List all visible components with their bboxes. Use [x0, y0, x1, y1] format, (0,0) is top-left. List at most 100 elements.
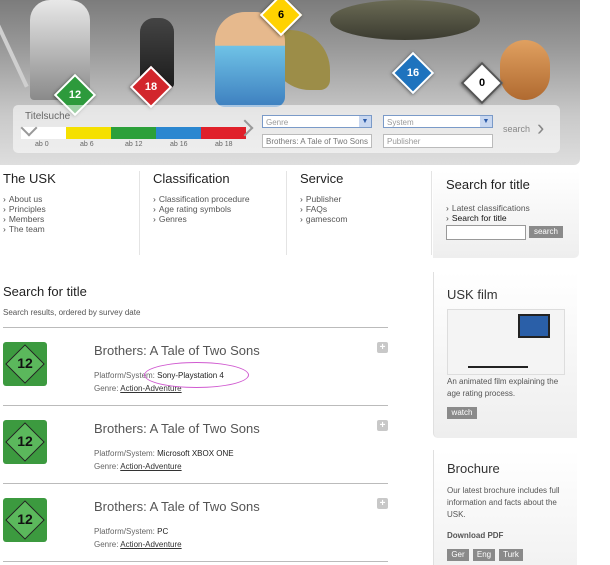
brochure-title: Brochure: [447, 461, 500, 476]
age-segment-6: [66, 127, 111, 139]
genre-link[interactable]: Action-Adventure: [120, 540, 181, 549]
result-title[interactable]: Brothers: A Tale of Two Sons: [94, 421, 260, 436]
watch-button[interactable]: watch: [447, 407, 477, 419]
nav-usk: The USK › About us › Principles › Members ›…: [3, 171, 140, 255]
nav-item-about-us[interactable]: › About us: [3, 194, 139, 204]
audience-illustration: [468, 340, 528, 368]
result-item: 12 Brothers: A Tale of Two Sons Platform…: [3, 405, 388, 483]
download-german-button[interactable]: Ger: [447, 549, 469, 561]
title-search-label: Titelsuche: [25, 111, 71, 122]
result-platform: Platform/System: PC: [94, 527, 169, 536]
chevron-right-icon: ›: [300, 214, 303, 224]
result-platform: Platform/System: Microsoft XBOX ONE: [94, 449, 234, 458]
usk-rating-badge: 12: [3, 342, 47, 386]
nav-usk-title[interactable]: The USK: [3, 171, 139, 186]
chevron-right-icon: ›: [3, 204, 6, 214]
rating-value: 12: [17, 355, 33, 371]
usk-film-text: An animated film explaining the age rati…: [447, 377, 559, 398]
nav-classification-title[interactable]: Classification: [153, 171, 286, 186]
film-thumbnail[interactable]: [447, 309, 565, 375]
chevron-right-icon: ›: [446, 203, 449, 213]
nav-item-gamescom[interactable]: › gamescom: [300, 214, 431, 224]
nav-item-team[interactable]: › The team: [3, 224, 139, 234]
age-label: ab 6: [80, 141, 94, 148]
age-segment-12: [111, 127, 156, 139]
brochure-panel: Brochure Our latest brochure includes fu…: [433, 450, 577, 565]
usk-rating-badge: 12: [3, 420, 47, 464]
usk-film-panel: USK film An animated film explaining the…: [433, 272, 577, 438]
page-subtitle: Search results, ordered by survey date: [3, 308, 141, 317]
age-label: ab 12: [125, 141, 143, 148]
title-input-value: Brothers: A Tale of Two Sons: [266, 137, 368, 146]
rating-value: 12: [17, 433, 33, 449]
nav-title-search-button[interactable]: search: [529, 226, 563, 238]
nav-service: Service › Publisher › FAQs › gamescom: [300, 171, 432, 255]
download-english-button[interactable]: Eng: [473, 549, 495, 561]
brochure-text: Our latest brochure includes full inform…: [447, 486, 560, 519]
chevron-right-icon: ›: [153, 214, 156, 224]
expand-plus-icon[interactable]: +: [377, 420, 388, 431]
chevron-right-icon: ›: [153, 204, 156, 214]
chevron-right-icon: ›: [446, 213, 449, 223]
result-title[interactable]: Brothers: A Tale of Two Sons: [94, 499, 260, 514]
nav-item-genres[interactable]: › Genres: [153, 214, 286, 224]
age-label: ab 16: [170, 141, 188, 148]
nav-item-search-for-title[interactable]: › Search for title: [446, 213, 530, 223]
chevron-down-icon: ▼: [480, 116, 492, 127]
nav-item-publisher[interactable]: › Publisher: [300, 194, 431, 204]
publisher-input[interactable]: Publisher: [383, 134, 493, 148]
page-title: Search for title: [3, 284, 87, 299]
result-genre: Genre: Action-Adventure: [94, 540, 182, 549]
nav-item-members[interactable]: › Members: [3, 214, 139, 224]
nav-item-latest-classifications[interactable]: › Latest classifications: [446, 203, 530, 213]
genre-select-value: Genre: [266, 118, 289, 127]
system-select[interactable]: System ▼: [383, 115, 493, 128]
sword-illustration: [0, 22, 29, 88]
age-range-slider[interactable]: [21, 127, 246, 139]
screen-illustration: [518, 314, 550, 338]
result-title[interactable]: Brothers: A Tale of Two Sons: [94, 343, 260, 358]
results-divider: [3, 561, 388, 562]
annotation-ellipse: [144, 362, 249, 388]
squirrel-mascot-illustration: [500, 40, 550, 100]
chevron-right-icon[interactable]: ›: [537, 117, 544, 139]
chevron-right-icon: ›: [3, 194, 6, 204]
nav-search-title[interactable]: Search for title: [446, 177, 530, 192]
nav-item-age-rating-symbols[interactable]: › Age rating symbols: [153, 204, 286, 214]
chevron-right-icon: ›: [3, 224, 6, 234]
nav-classification: Classification › Classification procedure…: [153, 171, 287, 255]
system-select-value: System: [387, 118, 414, 127]
nav-service-title[interactable]: Service: [300, 171, 431, 186]
download-turkish-button[interactable]: Turk: [499, 549, 523, 561]
banner-search-button[interactable]: search: [503, 124, 530, 134]
age-label: ab 18: [215, 141, 233, 148]
usk-film-title: USK film: [447, 287, 498, 302]
nav-title-search-input[interactable]: [446, 225, 526, 240]
genre-select[interactable]: Genre ▼: [262, 115, 372, 128]
publisher-input-placeholder: Publisher: [387, 137, 421, 146]
expand-plus-icon[interactable]: +: [377, 498, 388, 509]
header-banner: 12 18 6 16 0 Titelsuche ab 0 ab 6 ab 12 …: [0, 0, 580, 165]
helicopter-illustration: [330, 0, 480, 40]
chevron-right-icon: ›: [3, 214, 6, 224]
title-search-bar: Titelsuche ab 0 ab 6 ab 12 ab 16 ab 18 G…: [13, 105, 560, 153]
age-labels: ab 0 ab 6 ab 12 ab 16 ab 18: [21, 141, 246, 148]
chevron-down-icon: ▼: [359, 116, 371, 127]
usk-16-badge: 16: [391, 51, 435, 95]
age-label: ab 0: [35, 141, 49, 148]
nav-search-for-title: Search for title › Latest classifications…: [433, 171, 579, 258]
download-pdf-label: Download PDF: [447, 531, 504, 540]
title-input[interactable]: Brothers: A Tale of Two Sons: [262, 134, 372, 148]
genre-link[interactable]: Action-Adventure: [120, 462, 181, 471]
chevron-right-icon: ›: [300, 204, 303, 214]
nav-item-faqs[interactable]: › FAQs: [300, 204, 431, 214]
chevron-right-icon: ›: [300, 194, 303, 204]
usk-0-badge: 0: [460, 61, 504, 105]
nav-item-classification-procedure[interactable]: › Classification procedure: [153, 194, 286, 204]
nav-item-principles[interactable]: › Principles: [3, 204, 139, 214]
result-genre: Genre: Action-Adventure: [94, 462, 182, 471]
chevron-right-icon: ›: [153, 194, 156, 204]
usk-rating-badge: 12: [3, 498, 47, 542]
age-segment-16: [156, 127, 201, 139]
expand-plus-icon[interactable]: +: [377, 342, 388, 353]
